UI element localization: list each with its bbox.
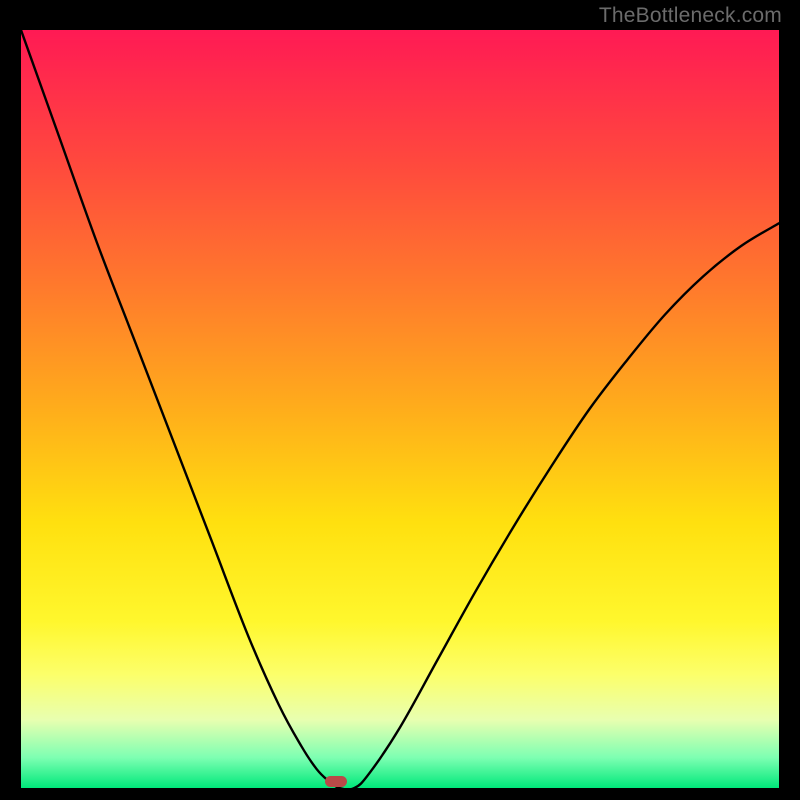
minimum-marker (325, 776, 347, 787)
chart-frame: TheBottleneck.com (0, 0, 800, 800)
plot-area (21, 30, 779, 788)
watermark-text: TheBottleneck.com (599, 4, 782, 28)
curve-line (21, 30, 779, 788)
